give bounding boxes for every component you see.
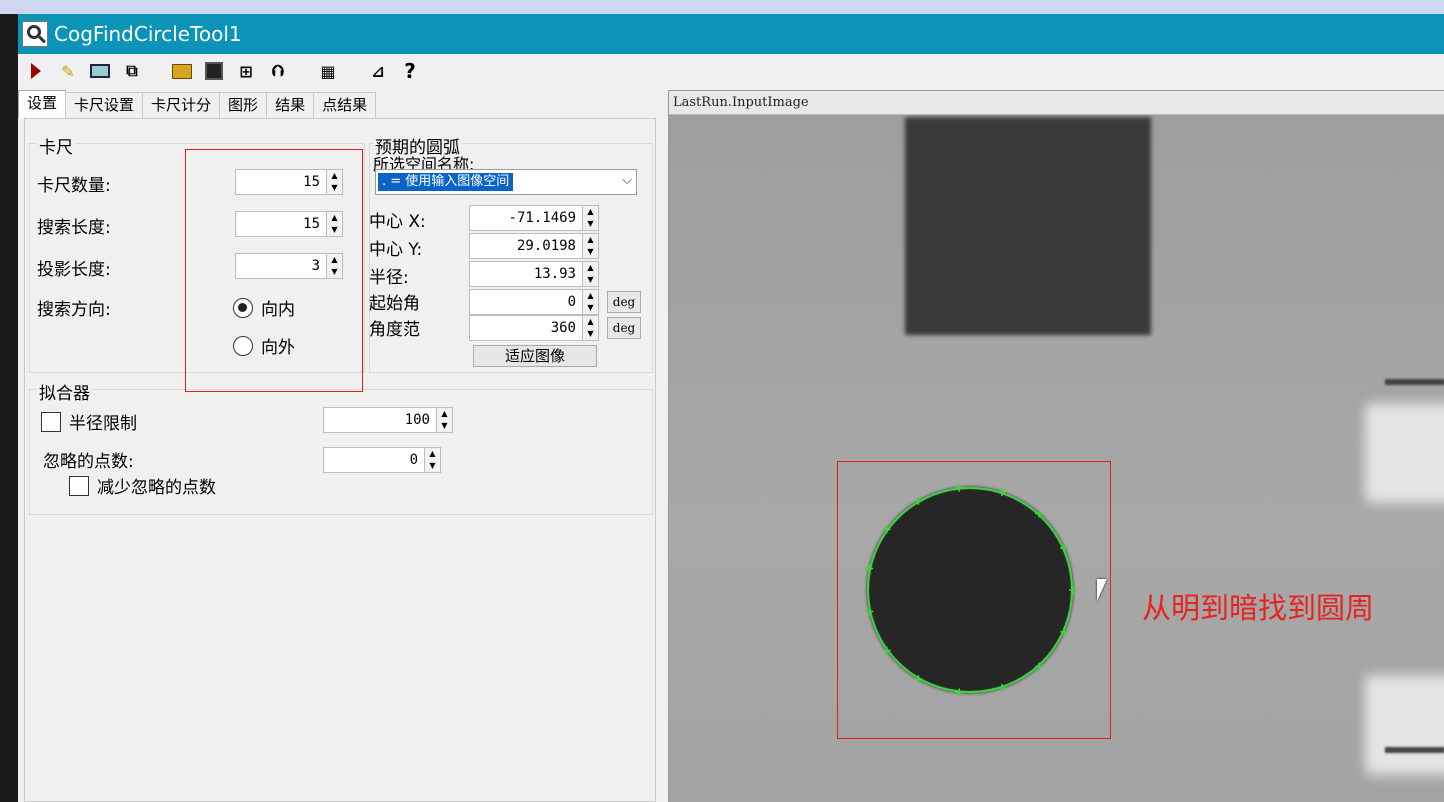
- angle-span-unit-button[interactable]: deg: [607, 317, 641, 339]
- center-x-label: 中心 X:: [369, 212, 426, 232]
- fit-image-button[interactable]: 适应图像: [473, 345, 597, 367]
- edit-icon[interactable]: ✎: [56, 59, 80, 83]
- center-y-stepper[interactable]: 29.0198 ▲ ▼: [469, 233, 599, 259]
- start-angle-unit-button[interactable]: deg: [607, 291, 641, 313]
- caliper-count-label: 卡尺数量:: [37, 176, 111, 196]
- reduce-ignore-checkbox[interactable]: 减少忽略的点数: [69, 473, 216, 498]
- save-icon[interactable]: [202, 59, 226, 83]
- checkbox-icon: [69, 475, 89, 496]
- center-y-label: 中心 Y:: [369, 240, 423, 260]
- image-header: LastRun.InputImage: [669, 91, 1444, 115]
- tab-point-results[interactable]: 点结果: [313, 92, 377, 118]
- title-bar[interactable]: CogFindCircleTool1: [18, 14, 1444, 54]
- open-icon[interactable]: [170, 59, 194, 83]
- run-icon[interactable]: [24, 59, 48, 83]
- chevron-down-icon: ⌵: [622, 173, 632, 188]
- measure-icon[interactable]: ⊿: [366, 59, 390, 83]
- tab-caliper-settings[interactable]: 卡尺设置: [65, 92, 144, 118]
- search-direction-label: 搜索方向:: [37, 300, 111, 320]
- tool-window: CogFindCircleTool1 ✎ ⧉ ⊞ ⮉ ▦ ⊿ ? 设置 卡尺设置…: [18, 14, 1444, 802]
- angle-span-stepper[interactable]: 360 ▲ ▼: [469, 315, 599, 341]
- display-icon[interactable]: [88, 59, 112, 83]
- center-x-stepper[interactable]: -71.1469 ▲ ▼: [469, 205, 599, 231]
- highlight-box-caliper: [185, 149, 363, 392]
- tab-graphics[interactable]: 图形: [219, 92, 268, 118]
- splitter[interactable]: [660, 88, 668, 802]
- highlight-box-circle: [837, 461, 1111, 739]
- mouse-cursor-icon: [1097, 579, 1111, 601]
- start-angle-label: 起始角: [369, 294, 420, 314]
- import-icon[interactable]: ⮉: [266, 59, 290, 83]
- toolbar: ✎ ⧉ ⊞ ⮉ ▦ ⊿ ?: [18, 54, 1444, 88]
- start-angle-stepper[interactable]: 0 ▲ ▼: [469, 289, 599, 315]
- help-icon[interactable]: ?: [398, 59, 422, 83]
- radius-limit-stepper[interactable]: 100 ▲ ▼: [323, 407, 453, 433]
- search-length-label: 搜索长度:: [37, 218, 111, 238]
- copy-icon[interactable]: ⧉: [120, 59, 144, 83]
- image-canvas[interactable]: [669, 115, 1444, 802]
- caliper-group-title: 卡尺: [37, 133, 75, 158]
- annotation-text: 从明到暗找到圆周: [1142, 591, 1375, 625]
- projection-length-label: 投影长度:: [37, 260, 111, 280]
- ignore-points-stepper[interactable]: 0 ▲ ▼: [323, 447, 441, 473]
- link-icon[interactable]: ⊞: [234, 59, 258, 83]
- magnifier-icon: [22, 21, 48, 47]
- angle-span-label: 角度范: [369, 320, 420, 340]
- radius-limit-checkbox[interactable]: 半径限制: [41, 409, 137, 434]
- window-title: CogFindCircleTool1: [54, 22, 242, 46]
- image-display[interactable]: LastRun.InputImage: [668, 90, 1444, 802]
- checkbox-icon: [41, 411, 61, 432]
- calculator-icon[interactable]: ▦: [316, 59, 340, 83]
- ignore-points-label: 忽略的点数:: [43, 452, 134, 472]
- tab-settings[interactable]: 设置: [18, 90, 67, 118]
- radius-stepper[interactable]: 13.93 ▲ ▼: [469, 261, 599, 287]
- top-strip: [0, 0, 1444, 14]
- space-name-dropdown[interactable]: . = 使用输入图像空间 ⌵: [375, 169, 637, 195]
- radius-label: 半径:: [369, 268, 409, 288]
- fitter-group-title: 拟合器: [37, 379, 92, 404]
- tab-caliper-scoring[interactable]: 卡尺计分: [142, 92, 221, 118]
- tab-results[interactable]: 结果: [266, 92, 315, 118]
- settings-panel: 设置 卡尺设置 卡尺计分 图形 结果 点结果 卡尺 卡尺数量: 15 ▲ ▼ 搜索…: [18, 88, 660, 802]
- tab-strip: 设置 卡尺设置 卡尺计分 图形 结果 点结果: [18, 90, 377, 118]
- left-edge: [0, 14, 18, 802]
